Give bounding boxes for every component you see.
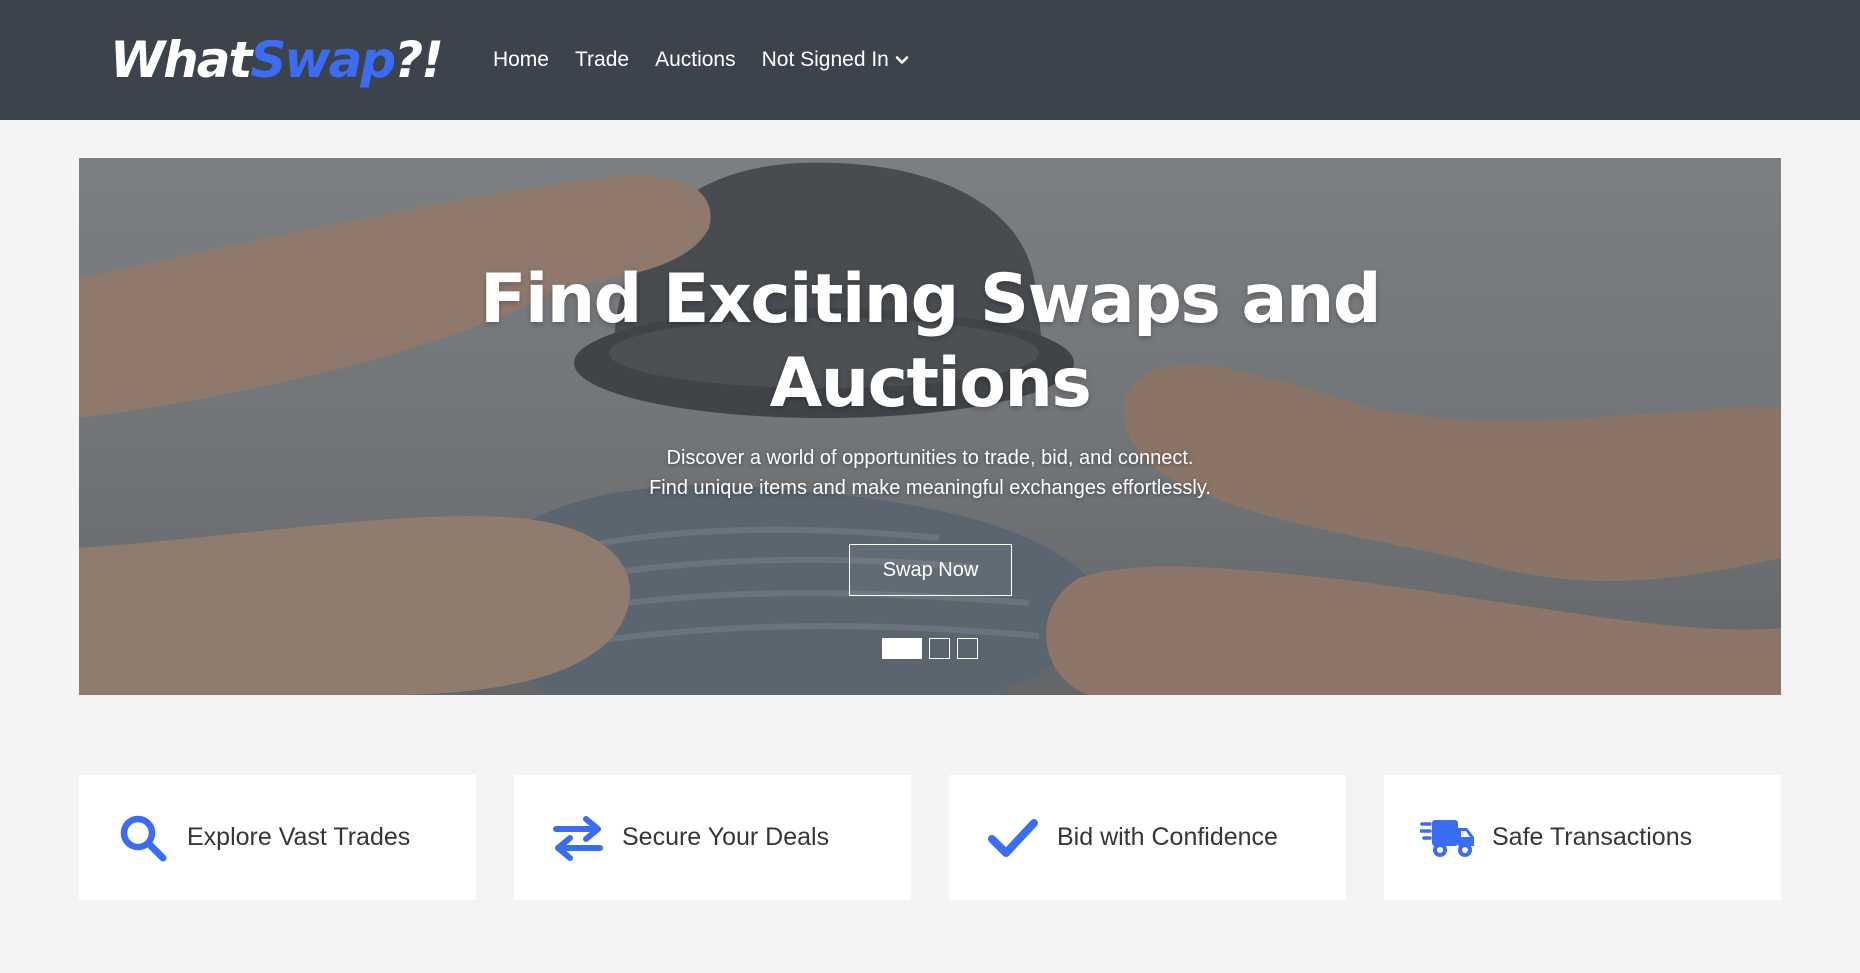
carousel-indicator-3[interactable]	[957, 638, 978, 659]
nav-auctions-link[interactable]: Auctions	[642, 48, 749, 72]
logo-text-swap: Swap	[250, 31, 396, 89]
feature-label-secure: Secure Your Deals	[622, 823, 830, 851]
hero-subtitle-line-1: Discover a world of opportunities to tra…	[666, 447, 1194, 469]
checkmark-icon	[985, 810, 1041, 866]
delivery-truck-icon	[1420, 810, 1476, 866]
features-row: Explore Vast Trades Secure Your Deals Bi…	[79, 775, 1781, 900]
main-nav: Home Trade Auctions Not Signed In	[480, 48, 922, 72]
account-dropdown-label: Not Signed In	[761, 48, 889, 71]
feature-card-transactions: Safe Transactions	[1384, 775, 1781, 900]
exchange-arrows-icon	[550, 810, 606, 866]
nav-home-link[interactable]: Home	[480, 48, 562, 72]
feature-card-bid: Bid with Confidence	[949, 775, 1346, 900]
carousel-indicators	[882, 638, 978, 659]
logo-text-punct: ?!	[394, 31, 444, 89]
account-dropdown[interactable]: Not Signed In	[749, 48, 922, 72]
feature-label-transactions: Safe Transactions	[1492, 823, 1693, 851]
carousel-indicator-1[interactable]	[882, 638, 922, 659]
hero-carousel: Find Exciting Swaps and Auctions Discove…	[79, 158, 1781, 695]
top-navbar: WhatSwap?! Home Trade Auctions Not Signe…	[0, 0, 1860, 120]
search-icon	[115, 810, 171, 866]
hero-title: Find Exciting Swaps and Auctions	[480, 260, 1382, 423]
feature-card-secure: Secure Your Deals	[514, 775, 911, 900]
hero-content: Find Exciting Swaps and Auctions Discove…	[79, 158, 1781, 695]
feature-label-explore: Explore Vast Trades	[187, 823, 411, 851]
hero-subtitle-line-2: Find unique items and make meaningful ex…	[649, 477, 1211, 499]
brand-logo[interactable]: WhatSwap?!	[110, 35, 444, 85]
nav-trade-link[interactable]: Trade	[562, 48, 642, 72]
logo-text-what: What	[110, 31, 252, 89]
hero-subtitle: Discover a world of opportunities to tra…	[530, 443, 1330, 503]
carousel-indicator-2[interactable]	[929, 638, 950, 659]
feature-card-explore: Explore Vast Trades	[79, 775, 476, 900]
chevron-down-icon	[895, 56, 909, 64]
feature-label-bid: Bid with Confidence	[1057, 823, 1278, 851]
swap-now-button[interactable]: Swap Now	[849, 544, 1012, 596]
